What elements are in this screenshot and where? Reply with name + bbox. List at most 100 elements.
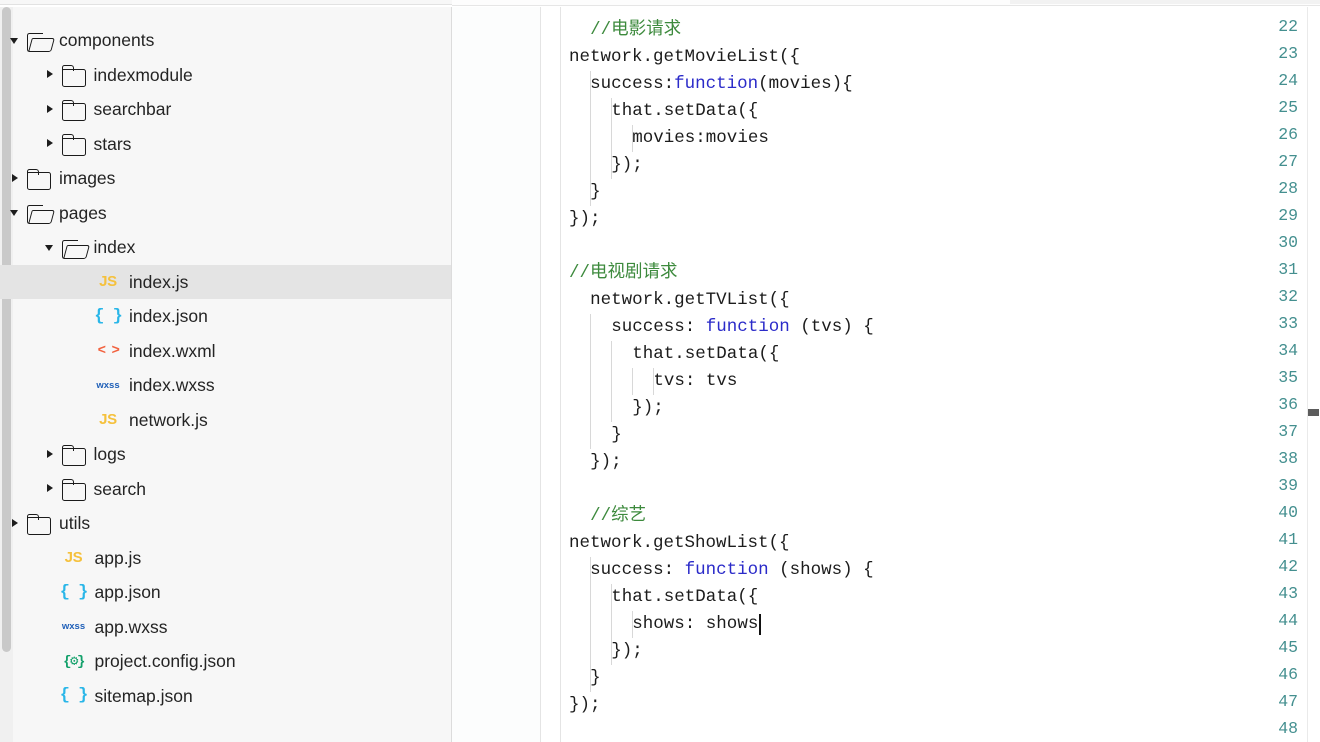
code-line[interactable]: movies:movies [632,125,769,152]
tree-item-index[interactable]: index [0,230,451,265]
chevron-right-icon[interactable] [43,58,59,93]
code-line[interactable]: that.setData({ [632,341,779,368]
code-line[interactable]: } [611,422,622,449]
tree-item-images[interactable]: images [0,161,451,196]
code-text: that.setData({ [632,344,780,364]
indent-guide [653,368,655,395]
editor-panel[interactable]: 22 23 24 25 26 27 28 29 30 31 32 33 34 35 36 37 38 39 40 41… [452,7,1320,742]
config-file-icon: {⚙} [63,653,85,670]
folder-icon [59,92,89,127]
json-file-icon: { } [59,582,89,602]
code-line[interactable]: success: function (shows) { [590,557,874,584]
indent-guide [632,611,634,638]
code-line[interactable]: that.setData({ [611,98,758,125]
tree-item-app-json[interactable]: { } app.json [0,575,451,610]
code-text: } [590,182,601,202]
chevron-right-icon[interactable] [8,506,24,541]
js-file-icon: JS [64,549,83,567]
tree-item-searchbar[interactable]: searchbar [0,92,451,127]
tree-item-label: index [93,237,136,257]
code-line[interactable]: //电视剧请求 [569,260,678,287]
folder-icon [59,127,89,162]
tree-item-app-js[interactable]: JS app.js [0,541,451,576]
tree-item-label: pages [59,202,107,223]
wxss-file-icon: wxss [61,621,86,633]
code-text: that.setData({ [611,101,759,121]
indent-guide [611,341,613,422]
code-line[interactable]: //综艺 [590,503,646,530]
code-line[interactable]: }); [590,449,622,476]
code-line[interactable]: tvs: tvs [653,368,737,395]
code-line[interactable]: //电影请求 [590,17,681,44]
tree-item-pages[interactable]: pages [0,196,451,231]
tree-item-project-config-json[interactable]: {⚙} project.config.json [0,644,451,679]
window-chrome-band [0,0,1320,7]
indent-spacer [0,58,43,93]
code-line[interactable]: } [590,179,601,206]
tree-item-utils[interactable]: utils [0,506,451,541]
code-line[interactable]: } [590,665,601,692]
folder-icon [59,58,89,93]
indent-spacer [0,575,43,610]
json-file-icon: { } [59,686,89,706]
code-text: } [611,425,622,445]
tree-item-label: network.js [129,409,208,430]
tree-item-label: stars [93,133,132,154]
tree-item-label: index.js [129,271,189,292]
code-line[interactable]: }); [611,152,643,179]
tree-item-index-json[interactable]: { } index.json [0,299,451,334]
editor-scrollbar-thumb[interactable] [1308,409,1319,416]
tree-item-index-wxml[interactable]: < > index.wxml [0,334,451,369]
chevron-right-icon[interactable] [43,92,59,127]
chevron-down-icon[interactable] [8,23,24,58]
code-line[interactable]: }); [569,206,601,233]
tree-item-index-js[interactable]: JS index.js [0,264,451,299]
tree-item-search[interactable]: search [0,472,451,507]
tree-item-logs[interactable]: logs [0,437,451,472]
indent-spacer [0,506,8,541]
code-content[interactable]: //电影请求 network.getMovieList({ success:func… [561,7,1320,742]
chevron-down-icon[interactable] [8,196,24,231]
indent-spacer [0,196,8,231]
indent-spacer [0,541,43,576]
tree-item-label: index.json [129,306,208,326]
tree-item-indexmodule[interactable]: indexmodule [0,58,451,93]
code-line[interactable]: }); [611,638,643,665]
folder-icon [24,161,54,196]
code-line[interactable]: network.getShowList({ [569,530,790,557]
tree-item-label: indexmodule [93,64,193,85]
indent-spacer [0,368,77,403]
code-line[interactable]: that.setData({ [611,584,758,611]
code-line[interactable]: network.getTVList({ [590,287,790,314]
chevron-right-icon[interactable] [43,472,59,507]
code-keyword: function [684,560,769,580]
code-line[interactable]: success:function(movies){ [590,71,853,98]
tree-item-index-wxss[interactable]: wxss index.wxss [0,368,451,403]
code-text: network.getMovieList({ [569,47,801,67]
tree-item-sitemap-json[interactable]: { } sitemap.json [0,679,451,714]
tree-item-label: project.config.json [94,651,236,671]
editor-scrollbar-track[interactable] [1307,7,1320,742]
indent-spacer [0,299,77,334]
chevron-right-icon[interactable] [43,437,59,472]
tree-item-stars[interactable]: stars [0,127,451,162]
code-line[interactable]: success: function (tvs) { [611,314,874,341]
chevron-right-icon[interactable] [43,127,59,162]
indent-guide [590,71,592,206]
code-line[interactable]: }); [569,692,601,719]
folder-icon [59,437,89,472]
folder-open-icon [24,23,54,58]
code-line[interactable]: network.getMovieList({ [569,44,800,71]
code-line[interactable]: shows: shows [632,611,758,638]
tree-item-network-js[interactable]: JS network.js [0,403,451,438]
chevron-down-icon[interactable] [43,230,59,265]
chevron-right-icon[interactable] [8,161,24,196]
code-line[interactable]: }); [632,395,664,422]
ide-window: components indexmodule searchbar stars image… [0,0,1320,742]
tree-item-app-wxss[interactable]: wxss app.wxss [0,610,451,645]
indent-guide [590,557,592,692]
tree-item-label: app.js [94,547,142,568]
tree-item-components[interactable]: components [0,23,451,58]
code-text: success: [590,560,685,580]
line-number-gutter [452,7,540,742]
